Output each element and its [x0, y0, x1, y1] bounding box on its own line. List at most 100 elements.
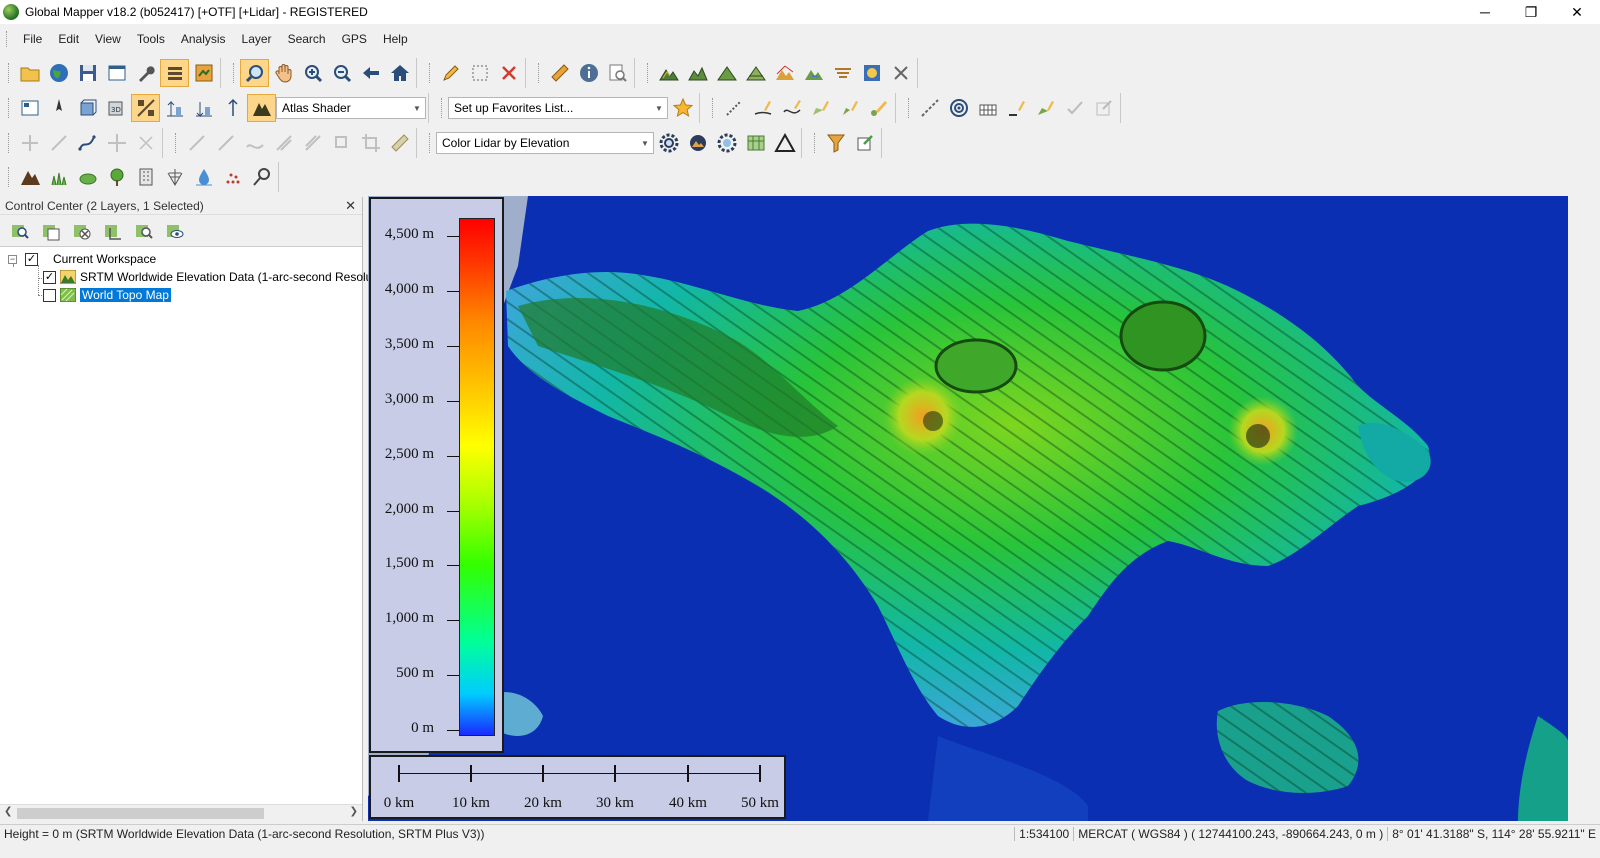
minimize-button[interactable]: ─	[1462, 0, 1508, 24]
draw-brush-icon[interactable]	[864, 94, 893, 122]
zoom-out-icon[interactable]	[327, 59, 356, 87]
line-tool-a-icon[interactable]	[182, 129, 211, 157]
edit-disabled-icon[interactable]	[1089, 94, 1118, 122]
save-icon[interactable]	[73, 59, 102, 87]
layer-add-icon[interactable]	[35, 217, 66, 245]
close-icon[interactable]: ✕	[345, 198, 356, 214]
tools-cross-icon[interactable]	[886, 59, 915, 87]
menu-analysis[interactable]: Analysis	[173, 32, 234, 46]
gear-icon[interactable]	[654, 129, 683, 157]
add-vertex-disabled-icon[interactable]	[44, 129, 73, 157]
grass-icon[interactable]	[44, 163, 73, 191]
layer-remove-icon[interactable]	[66, 217, 97, 245]
scroll-right-icon[interactable]: ❯	[350, 806, 358, 817]
building-icon[interactable]	[131, 163, 160, 191]
menu-help[interactable]: Help	[375, 32, 416, 46]
pencil-icon[interactable]	[436, 59, 465, 87]
target-icon[interactable]	[944, 94, 973, 122]
layer-search-icon[interactable]	[128, 217, 159, 245]
workspace-checkbox[interactable]: ✓	[25, 252, 38, 266]
scroll-left-icon[interactable]: ❮	[4, 806, 12, 817]
checkmark-disabled-icon[interactable]	[1060, 94, 1089, 122]
workspace-node[interactable]: − ✓ Current Workspace	[8, 250, 156, 268]
shader-mountain-icon[interactable]	[247, 94, 276, 122]
edit-vertex-icon[interactable]	[915, 94, 944, 122]
contour-icon[interactable]	[828, 59, 857, 87]
line-tool-f-icon[interactable]	[327, 129, 356, 157]
north-arrow-icon[interactable]	[44, 94, 73, 122]
line-vertex-icon[interactable]	[719, 94, 748, 122]
merge-area-icon[interactable]	[1031, 94, 1060, 122]
lidar-filter-gear-icon[interactable]	[712, 129, 741, 157]
menu-view[interactable]: View	[87, 32, 129, 46]
zoom-tool-icon[interactable]	[240, 59, 269, 87]
ruler-diagonal-icon[interactable]	[385, 129, 414, 157]
crop-disabled-icon[interactable]	[356, 129, 385, 157]
map-view[interactable]	[368, 196, 1568, 821]
scale-disabled-icon[interactable]	[131, 129, 160, 157]
grid-ruler-icon[interactable]	[973, 94, 1002, 122]
shader-select[interactable]: Atlas Shader ▼	[276, 97, 426, 119]
draw-area-icon[interactable]	[806, 94, 835, 122]
lidar-color-select[interactable]: Color Lidar by Elevation ▼	[436, 132, 654, 154]
delete-icon[interactable]	[494, 59, 523, 87]
zoom-in-icon[interactable]	[298, 59, 327, 87]
cut-fill-icon[interactable]	[741, 59, 770, 87]
noise-points-icon[interactable]	[218, 163, 247, 191]
layer-row[interactable]: World Topo Map	[43, 286, 171, 304]
terrain-icon[interactable]	[654, 59, 683, 87]
draw-line-icon[interactable]	[748, 94, 777, 122]
powerline-icon[interactable]	[160, 163, 189, 191]
watershed-icon[interactable]	[799, 59, 828, 87]
menu-layer[interactable]: Layer	[234, 32, 280, 46]
favorites-select[interactable]: Set up Favorites List... ▼	[448, 97, 668, 119]
move-disabled-icon[interactable]	[102, 129, 131, 157]
scrollbar-thumb[interactable]	[17, 808, 264, 819]
menu-file[interactable]: File	[15, 32, 50, 46]
star-icon[interactable]	[668, 94, 697, 122]
open-folder-icon[interactable]	[15, 59, 44, 87]
shrub-icon[interactable]	[73, 163, 102, 191]
layer-clip-icon[interactable]	[97, 217, 128, 245]
triangle-icon[interactable]	[770, 129, 799, 157]
wrench-icon[interactable]	[131, 59, 160, 87]
eye-icon[interactable]	[159, 217, 190, 245]
move-vertex-disabled-icon[interactable]	[15, 129, 44, 157]
reshape-icon[interactable]	[73, 129, 102, 157]
draw-curve-icon[interactable]	[777, 94, 806, 122]
split-line-icon[interactable]	[1002, 94, 1031, 122]
window-icon[interactable]	[102, 59, 131, 87]
tree-icon[interactable]	[102, 163, 131, 191]
layer-zoom-icon[interactable]	[4, 217, 35, 245]
layer-checkbox[interactable]: ✓	[43, 270, 56, 284]
menu-gps[interactable]: GPS	[334, 32, 375, 46]
viewshed-icon[interactable]	[770, 59, 799, 87]
select-box-icon[interactable]	[465, 59, 494, 87]
vertical-exaggeration-icon[interactable]	[218, 94, 247, 122]
layer-checkbox[interactable]	[43, 288, 56, 302]
back-arrow-icon[interactable]	[356, 59, 385, 87]
water-drop-icon[interactable]	[189, 163, 218, 191]
search-feature-icon[interactable]	[603, 59, 632, 87]
raster-calc-icon[interactable]	[857, 59, 886, 87]
menu-edit[interactable]: Edit	[50, 32, 87, 46]
mountain-icon[interactable]	[15, 163, 44, 191]
profile-icon[interactable]	[683, 59, 712, 87]
lidar-edit-icon[interactable]	[850, 129, 879, 157]
lidar-classify-icon[interactable]	[683, 129, 712, 157]
line-tool-d-icon[interactable]	[269, 129, 298, 157]
shader-toggle-icon[interactable]	[131, 94, 160, 122]
overview-icon[interactable]	[15, 94, 44, 122]
close-button[interactable]: ✕	[1554, 0, 1600, 24]
pan-hand-icon[interactable]	[269, 59, 298, 87]
map-icon[interactable]	[189, 59, 218, 87]
lidar-grid-icon[interactable]	[741, 129, 770, 157]
3d-view-icon[interactable]	[73, 94, 102, 122]
restore-button[interactable]: ❐	[1508, 0, 1554, 24]
menu-tools[interactable]: Tools	[129, 32, 173, 46]
collapse-icon[interactable]: −	[8, 254, 17, 264]
line-tool-e-icon[interactable]	[298, 129, 327, 157]
line-tool-c-icon[interactable]	[240, 129, 269, 157]
toolbar-grip[interactable]	[6, 31, 9, 47]
key-search-icon[interactable]	[247, 163, 276, 191]
